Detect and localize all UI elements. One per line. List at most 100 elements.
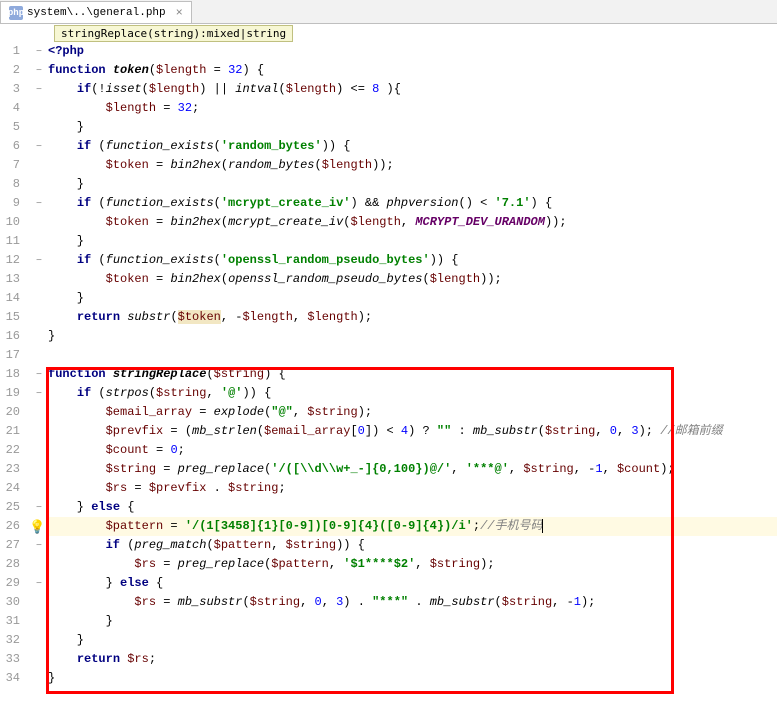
code-area[interactable]: <?phpfunction token($length = 32) { if(!… [48, 42, 777, 688]
code-line[interactable]: $prevfix = (mb_strlen($email_array[0]) <… [48, 422, 777, 441]
code-line[interactable]: if (function_exists('random_bytes')) { [48, 137, 777, 156]
code-line[interactable]: return $rs; [48, 650, 777, 669]
fold-marker[interactable]: − [34, 498, 48, 517]
fold-marker[interactable]: − [34, 384, 48, 403]
line-number: 16 [0, 327, 20, 346]
line-number: 6 [0, 137, 20, 156]
line-number: 17 [0, 346, 20, 365]
code-line[interactable]: $count = 0; [48, 441, 777, 460]
line-number: 25 [0, 498, 20, 517]
code-line[interactable]: $string = preg_replace('/([\\d\\w+_-]{0,… [48, 460, 777, 479]
code-line[interactable]: } else { [48, 574, 777, 593]
fold-marker [34, 555, 48, 574]
line-number: 2 [0, 61, 20, 80]
code-line[interactable]: function token($length = 32) { [48, 61, 777, 80]
line-number: 11 [0, 232, 20, 251]
fold-marker [34, 441, 48, 460]
fold-marker [34, 650, 48, 669]
line-number: 15 [0, 308, 20, 327]
fold-marker[interactable]: − [34, 80, 48, 99]
fold-marker[interactable]: − [34, 251, 48, 270]
line-number: 21 [0, 422, 20, 441]
line-number: 27 [0, 536, 20, 555]
line-number: 19 [0, 384, 20, 403]
code-line[interactable]: 💡 $pattern = '/(1[3458]{1}[0-9])[0-9]{4}… [48, 517, 777, 536]
line-number: 20 [0, 403, 20, 422]
line-number: 24 [0, 479, 20, 498]
code-line[interactable]: } [48, 289, 777, 308]
code-line[interactable]: if (function_exists('openssl_random_pseu… [48, 251, 777, 270]
line-number: 4 [0, 99, 20, 118]
line-number: 31 [0, 612, 20, 631]
code-line[interactable]: $length = 32; [48, 99, 777, 118]
lightbulb-icon[interactable]: 💡 [29, 518, 45, 537]
fold-marker [34, 669, 48, 688]
signature-tooltip: stringReplace(string):mixed|string [54, 25, 293, 42]
fold-marker [34, 308, 48, 327]
code-line[interactable]: $token = bin2hex(random_bytes($length)); [48, 156, 777, 175]
code-line[interactable]: <?php [48, 42, 777, 61]
fold-marker[interactable]: − [34, 137, 48, 156]
code-line[interactable]: } [48, 631, 777, 650]
fold-marker [34, 213, 48, 232]
line-number: 8 [0, 175, 20, 194]
fold-marker [34, 118, 48, 137]
fold-marker [34, 232, 48, 251]
code-line[interactable]: if(!isset($length) || intval($length) <=… [48, 80, 777, 99]
line-number: 10 [0, 213, 20, 232]
fold-marker [34, 479, 48, 498]
code-line[interactable]: $rs = preg_replace($pattern, '$1****$2',… [48, 555, 777, 574]
code-editor[interactable]: 1234567891011121314151617181920212223242… [0, 42, 777, 688]
code-line[interactable]: if (preg_match($pattern, $string)) { [48, 536, 777, 555]
code-line[interactable]: $token = bin2hex(mcrypt_create_iv($lengt… [48, 213, 777, 232]
code-line[interactable]: return substr($token, -$length, $length)… [48, 308, 777, 327]
code-line[interactable]: } [48, 232, 777, 251]
fold-marker [34, 346, 48, 365]
line-number: 1 [0, 42, 20, 61]
close-icon[interactable]: × [176, 6, 183, 20]
code-line[interactable]: $rs = $prevfix . $string; [48, 479, 777, 498]
code-line[interactable]: } else { [48, 498, 777, 517]
fold-marker[interactable]: − [34, 42, 48, 61]
code-line[interactable]: $email_array = explode("@", $string); [48, 403, 777, 422]
fold-marker[interactable]: − [34, 574, 48, 593]
line-number: 14 [0, 289, 20, 308]
line-number: 29 [0, 574, 20, 593]
line-number: 30 [0, 593, 20, 612]
fold-marker[interactable]: − [34, 194, 48, 213]
fold-gutter[interactable]: −−−−−−−−−−− [34, 42, 48, 688]
code-line[interactable]: } [48, 118, 777, 137]
code-line[interactable]: $rs = mb_substr($string, 0, 3) . "***" .… [48, 593, 777, 612]
tab-label: system\..\general.php [27, 7, 166, 19]
code-line[interactable]: if (strpos($string, '@')) { [48, 384, 777, 403]
code-line[interactable]: if (function_exists('mcrypt_create_iv') … [48, 194, 777, 213]
fold-marker [34, 593, 48, 612]
line-number: 9 [0, 194, 20, 213]
code-line[interactable]: $token = bin2hex(openssl_random_pseudo_b… [48, 270, 777, 289]
fold-marker[interactable]: − [34, 365, 48, 384]
fold-marker [34, 175, 48, 194]
line-number: 7 [0, 156, 20, 175]
code-line[interactable]: } [48, 612, 777, 631]
signature-tooltip-row: stringReplace(string):mixed|string [0, 24, 777, 42]
fold-marker[interactable]: − [34, 61, 48, 80]
fold-marker [34, 327, 48, 346]
tab-bar: php system\..\general.php × [0, 0, 777, 24]
fold-marker [34, 99, 48, 118]
line-number: 12 [0, 251, 20, 270]
line-number: 3 [0, 80, 20, 99]
fold-marker [34, 289, 48, 308]
line-number-gutter: 1234567891011121314151617181920212223242… [0, 42, 34, 688]
fold-marker [34, 156, 48, 175]
code-line[interactable]: } [48, 327, 777, 346]
code-line[interactable] [48, 346, 777, 365]
code-line[interactable]: } [48, 669, 777, 688]
line-number: 33 [0, 650, 20, 669]
file-tab[interactable]: php system\..\general.php × [0, 1, 192, 23]
line-number: 5 [0, 118, 20, 137]
code-line[interactable]: function stringReplace($string) { [48, 365, 777, 384]
line-number: 28 [0, 555, 20, 574]
line-number: 23 [0, 460, 20, 479]
code-line[interactable]: } [48, 175, 777, 194]
fold-marker[interactable]: − [34, 536, 48, 555]
